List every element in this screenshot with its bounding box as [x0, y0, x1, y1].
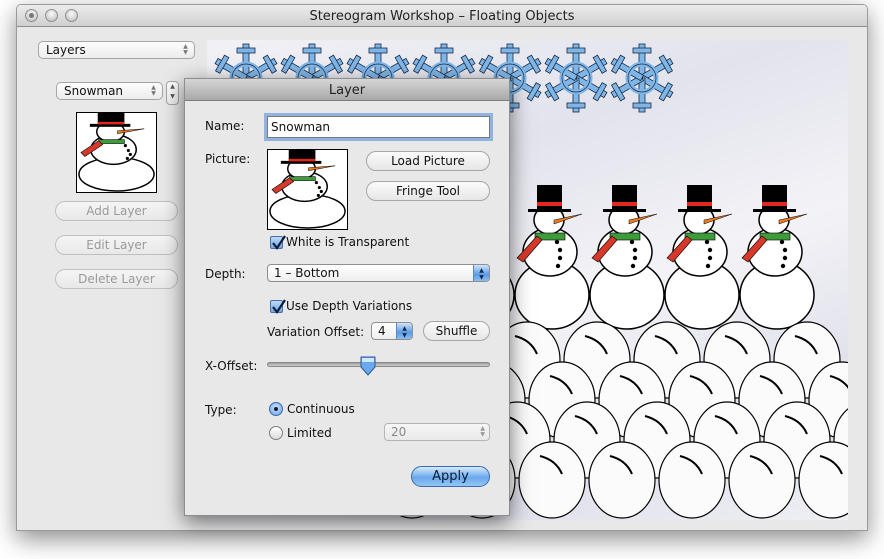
limited-label: Limited [287, 426, 332, 440]
slider-knob[interactable] [360, 356, 376, 376]
slider-track [267, 362, 490, 367]
snowman-icon [664, 185, 740, 330]
limited-count-value: 20 [391, 425, 407, 439]
dialog-title: Layer [328, 83, 366, 98]
popup-arrows-icon: ▲ ▼ [183, 43, 188, 56]
window-title: Stereogram Workshop – Floating Objects [309, 9, 575, 24]
snowman-icon [514, 185, 590, 330]
combo-arrows-icon: ▲ ▼ [480, 425, 485, 438]
use-depth-variations-checkbox[interactable] [270, 299, 286, 314]
snowflake-icon [544, 43, 608, 113]
depth-select[interactable]: 1 – Bottom ▲ ▼ [267, 264, 490, 282]
picture-label: Picture: [205, 152, 251, 166]
depth-select-value: 1 – Bottom [274, 266, 340, 280]
layer-order-stepper[interactable]: ▲ ▼ [166, 81, 179, 105]
snowball-icon [728, 441, 796, 519]
layer-popup[interactable]: Snowman ▲ ▼ [56, 82, 163, 100]
select-arrows-icon: ▲ ▼ [473, 265, 489, 281]
snowman-icon [589, 185, 665, 330]
window-titlebar[interactable]: Stereogram Workshop – Floating Objects [17, 5, 867, 27]
snowflake-icon [610, 43, 674, 113]
white-transparent-checkbox[interactable] [270, 235, 286, 250]
apply-button[interactable]: Apply [411, 466, 490, 487]
add-layer-button[interactable]: Add Layer [55, 201, 178, 221]
snowball-icon [518, 441, 586, 519]
picture-thumbnail [267, 149, 348, 230]
type-label: Type: [205, 403, 237, 417]
stepper-up-icon[interactable]: ▲ [167, 82, 178, 92]
layer-dialog: Layer Name: Snowman Picture: Load Pictur… [184, 78, 510, 516]
select-arrows-icon: ▲ ▼ [396, 323, 412, 339]
snowman-thumbnail-icon [78, 113, 155, 192]
white-transparent-label: White is Transparent [286, 235, 410, 249]
limited-radio[interactable] [269, 426, 283, 440]
edit-layer-button[interactable]: Edit Layer [55, 235, 178, 255]
variation-offset-select[interactable]: 4 ▲ ▼ [371, 322, 413, 340]
limited-count-combo[interactable]: 20 ▲ ▼ [384, 423, 490, 441]
checkmark-icon [272, 299, 286, 314]
name-label: Name: [205, 119, 245, 133]
variation-offset-label: Variation Offset: [267, 325, 365, 339]
mode-popup-value: Layers [46, 43, 86, 57]
delete-layer-button[interactable]: Delete Layer [55, 269, 178, 289]
layer-thumbnail [76, 112, 157, 193]
use-depth-variations-label: Use Depth Variations [286, 299, 413, 313]
name-input[interactable]: Snowman [267, 116, 490, 138]
continuous-label: Continuous [287, 402, 355, 416]
mode-popup[interactable]: Layers ▲ ▼ [38, 41, 195, 59]
layer-popup-value: Snowman [64, 84, 124, 98]
snowman-icon [739, 185, 815, 330]
variation-offset-value: 4 [378, 324, 386, 338]
fringe-tool-button[interactable]: Fringe Tool [366, 181, 490, 201]
checkmark-icon [272, 235, 286, 250]
stepper-down-icon[interactable]: ▼ [167, 92, 178, 102]
x-offset-label: X-Offset: [205, 359, 258, 373]
shuffle-button[interactable]: Shuffle [423, 321, 490, 341]
snowman-picture-icon [269, 150, 346, 229]
popup-arrows-icon: ▲ ▼ [151, 84, 156, 97]
depth-label: Depth: [205, 267, 246, 281]
load-picture-button[interactable]: Load Picture [366, 151, 490, 171]
x-offset-slider[interactable] [267, 355, 490, 377]
snowball-icon [588, 441, 656, 519]
snowball-icon [658, 441, 726, 519]
continuous-radio[interactable] [269, 402, 283, 416]
dialog-titlebar[interactable]: Layer [185, 79, 509, 101]
